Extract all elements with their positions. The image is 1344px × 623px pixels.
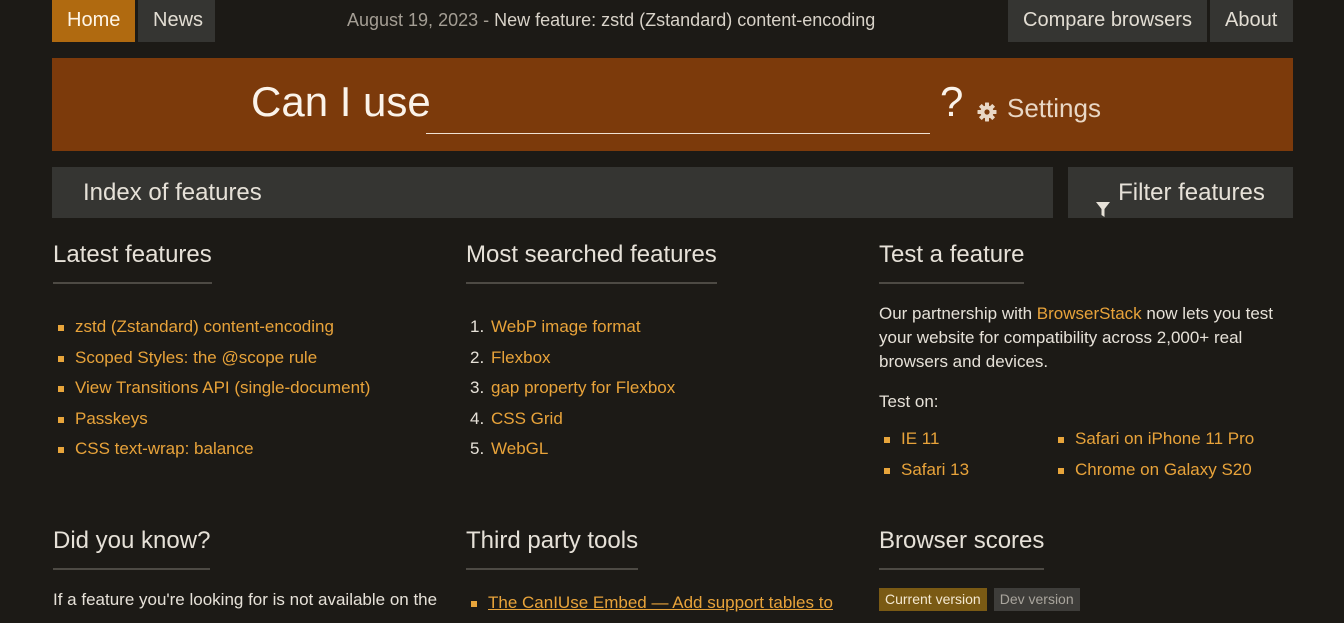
browser-scores-heading: Browser scores [879,527,1045,570]
index-bar: Index of features Filter features [52,167,1293,218]
searched-feature-link[interactable]: WebGL [491,438,548,469]
list-item: IE 11 [879,428,969,459]
list-item: zstd (Zstandard) content-encoding [53,316,453,347]
latest-feature-link[interactable]: Passkeys [75,409,148,428]
searched-feature-link[interactable]: Flexbox [491,347,551,378]
nav-about-link[interactable]: About [1210,0,1293,42]
settings-label: Settings [1007,92,1101,123]
settings-button[interactable]: Settings [977,91,1101,125]
searched-feature-link[interactable]: CSS Grid [491,408,563,439]
list-item: The CanIUse Embed — Add support tables t… [466,592,866,623]
nav-home-link[interactable]: Home [52,0,135,42]
search-banner: Can I use ? Settings [52,58,1293,151]
latest-feature-link[interactable]: CSS text-wrap: balance [75,439,254,458]
list-item: 2. Flexbox [466,347,866,378]
search-prefix: Can I use [251,78,431,125]
browser-scores-section: Browser scores Current version Dev versi… [879,527,1279,611]
test-browser-grid: IE 11 Safari 13 Safari on iPhone 11 Pro … [879,428,1293,490]
latest-feature-link[interactable]: Scoped Styles: the @scope rule [75,348,317,367]
most-searched-heading: Most searched features [466,241,717,284]
list-item: CSS text-wrap: balance [53,438,453,469]
test-on-label: Test on: [879,392,939,411]
top-nav: Home News August 19, 2023 - New feature:… [52,0,1293,42]
news-separator: - [478,10,495,30]
test-feature-heading: Test a feature [879,241,1025,284]
list-item: 5. WebGL [466,438,866,469]
news-ticker: August 19, 2023 - New feature: zstd (Zst… [347,0,875,42]
latest-features-list: zstd (Zstandard) content-encoding Scoped… [53,316,453,469]
test-browser-list: IE 11 Safari 13 [879,428,969,489]
did-you-know-section: Did you know? If a feature you're lookin… [53,527,453,612]
search-suffix: ? [940,78,964,125]
test-feature-section: Test a feature Our partnership with Brow… [879,241,1293,490]
test-browser-list: Safari on iPhone 11 Pro Chrome on Galaxy… [1053,428,1254,489]
third-party-tools-heading: Third party tools [466,527,639,570]
searched-feature-link[interactable]: gap property for Flexbox [491,377,675,408]
gear-icon [977,98,997,122]
list-item: Chrome on Galaxy S20 [1053,459,1254,490]
latest-feature-link[interactable]: View Transitions API (single-document) [75,378,370,397]
third-party-tools-section: Third party tools The CanIUse Embed — Ad… [466,527,866,623]
third-party-tools-list: The CanIUse Embed — Add support tables t… [466,592,866,623]
nav-news-link[interactable]: News [138,0,215,42]
news-headline-link[interactable]: New feature: zstd (Zstandard) content-en… [494,10,875,30]
did-you-know-text: If a feature you're looking for is not a… [53,590,438,609]
most-searched-list: 1. WebP image format 2. Flexbox 3. gap prop… [466,316,866,469]
latest-features-section: Latest features zstd (Zstandard) content… [53,241,453,469]
test-browser-link[interactable]: Safari 13 [901,460,969,479]
news-date: August 19, 2023 [347,10,479,30]
funnel-icon [1096,185,1111,217]
rank-number: 2. [470,347,485,367]
test-browser-link[interactable]: Safari on iPhone 11 Pro [1075,429,1254,448]
list-item: View Transitions API (single-document) [53,377,453,408]
did-you-know-heading: Did you know? [53,527,211,570]
list-item: Safari 13 [879,459,969,490]
test-intro-before: Our partnership with [879,304,1037,323]
nav-compare-browsers-link[interactable]: Compare browsers [1008,0,1207,42]
test-browser-link[interactable]: Chrome on Galaxy S20 [1075,460,1252,479]
filter-features-label: Filter features [1118,179,1265,206]
rank-number: 3. [470,378,485,397]
rank-number: 5. [470,439,485,458]
latest-features-heading: Latest features [53,241,212,284]
test-intro-text: Our partnership with BrowserStack now le… [879,302,1293,374]
list-item: Scoped Styles: the @scope rule [53,347,453,378]
list-item: Passkeys [53,408,453,439]
list-item: 1. WebP image format [466,316,866,347]
rank-number: 1. [470,317,485,336]
feature-search-input[interactable] [426,80,930,134]
filter-features-button[interactable]: Filter features [1068,167,1293,218]
test-browser-link[interactable]: IE 11 [901,429,939,448]
list-item: 3. gap property for Flexbox [466,377,866,408]
most-searched-section: Most searched features 1. WebP image form… [466,241,866,469]
latest-feature-link[interactable]: zstd (Zstandard) content-encoding [75,317,334,336]
browserstack-link[interactable]: BrowserStack [1037,304,1142,323]
searched-feature-link[interactable]: WebP image format [491,316,641,347]
list-item: Safari on iPhone 11 Pro [1053,428,1254,459]
third-party-tool-link[interactable]: The CanIUse Embed — Add support tables t… [488,593,833,612]
rank-number: 4. [470,408,485,428]
index-of-features-toggle[interactable]: Index of features [52,167,1053,218]
list-item: 4. CSS Grid [466,408,866,439]
